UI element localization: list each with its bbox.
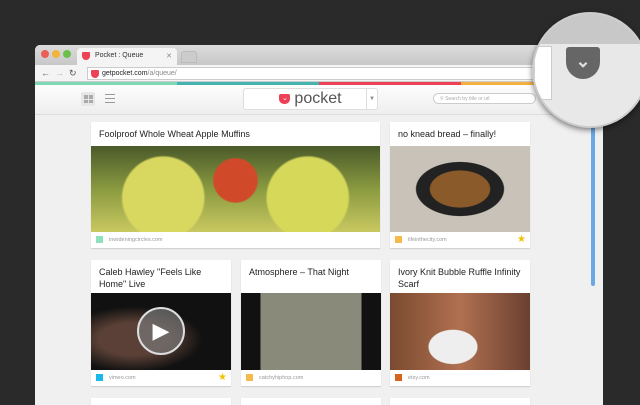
pocket-favicon [91,70,99,78]
forward-icon[interactable]: → [55,68,64,78]
article-footer: etsy.com [390,370,530,386]
article-title: Atmosphere – That Night [249,267,349,277]
star-icon[interactable]: ★ [517,234,526,245]
tab-title: Pocket : Queue [95,52,144,59]
zoom-window-button[interactable] [63,50,71,58]
source-favicon [395,236,402,243]
url-path: /a/queue/ [147,70,177,77]
address-bar-row: ← → ↻ getpocket.com/a/queue/ [35,65,603,82]
article-footer: catchyhiphop.com [241,370,381,386]
tab-bar: Pocket : Queue ✕ [35,45,603,65]
pocket-logo-icon: ⌄ [279,94,291,104]
article-footer: lifeinthecity.com ★ [390,232,530,248]
article-source: lifeinthecity.com [408,237,447,243]
article-card[interactable]: Ivory Knit Bubble Ruffle Infinity Scarf … [390,260,530,386]
source-favicon [395,374,402,381]
source-favicon [246,374,253,381]
pocket-header: ⌄ pocket ▼ ⚲ Search by title or url [35,85,603,115]
article-card[interactable] [241,398,381,405]
article-footer: inwideningcircles.com [91,232,380,248]
pocket-extension-button[interactable]: ⌄ [566,47,600,79]
article-source: inwideningcircles.com [109,237,163,243]
article-card[interactable]: no knead bread – finally! lifeinthecity.… [390,122,530,248]
article-title: Foolproof Whole Wheat Apple Muffins [99,129,250,139]
article-footer: vimeo.com ★ [91,370,231,386]
article-card[interactable]: Caleb Hawley "Feels Like Home" Live ▶ vi… [91,260,231,386]
article-source: etsy.com [408,375,430,381]
browser-window: Pocket : Queue ✕ ← → ↻ getpocket.com/a/qu… [35,45,603,405]
back-icon[interactable]: ← [41,68,50,78]
scrollbar[interactable] [591,116,595,286]
article-card[interactable]: Atmosphere – That Night catchyhiphop.com [241,260,381,386]
article-card[interactable] [91,398,231,405]
search-placeholder: Search by title or url [445,96,490,102]
logo-text: pocket [294,90,342,107]
article-image [390,293,530,370]
url-input[interactable]: getpocket.com/a/queue/ [87,67,543,80]
article-title: Caleb Hawley "Feels Like Home" Live [99,267,202,289]
queue-grid: Foolproof Whole Wheat Apple Muffins inwi… [35,116,603,405]
article-title: Ivory Knit Bubble Ruffle Infinity Scarf [398,267,521,289]
article-image [390,146,530,232]
article-card[interactable] [390,398,530,405]
pocket-favicon [82,52,90,60]
close-tab-icon[interactable]: ✕ [166,52,172,60]
article-image [241,293,381,370]
tab-pocket-queue[interactable]: Pocket : Queue ✕ [77,48,177,65]
search-input[interactable]: ⚲ Search by title or url [433,93,536,104]
list-view-button[interactable] [105,94,115,106]
article-source: catchyhiphop.com [259,375,304,381]
pocket-logo-menu[interactable]: ⌄ pocket ▼ [243,88,378,110]
article-image: ▶ [91,293,231,370]
article-image [91,146,380,232]
magnified-toolbar: ⌄ [532,12,640,128]
new-tab-button[interactable] [181,51,197,63]
url-domain: getpocket.com [102,70,148,77]
article-source: vimeo.com [109,375,136,381]
source-favicon [96,236,103,243]
grid-view-button[interactable] [81,92,95,106]
reload-icon[interactable]: ↻ [69,68,77,79]
star-icon[interactable]: ★ [218,372,227,383]
article-title: no knead bread – finally! [398,129,497,139]
chevron-down-icon[interactable]: ▼ [366,89,377,109]
source-favicon [96,374,103,381]
article-card[interactable]: Foolproof Whole Wheat Apple Muffins inwi… [91,122,380,248]
minimize-window-button[interactable] [52,50,60,58]
close-window-button[interactable] [41,50,49,58]
play-icon[interactable]: ▶ [137,307,185,355]
